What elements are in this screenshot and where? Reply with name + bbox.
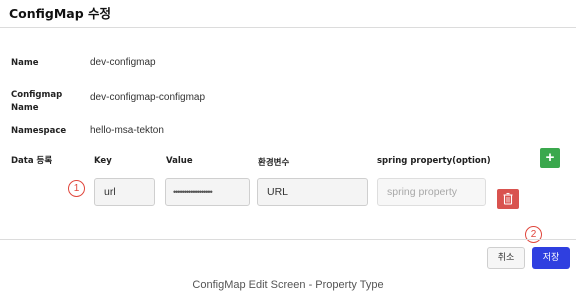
data-label: Data 등록 [11, 156, 53, 166]
cancel-button[interactable]: 취소 [487, 247, 525, 269]
namespace-value: hello-msa-tekton [90, 125, 164, 136]
column-header-env: 환경변수 [258, 158, 290, 168]
name-label: Name [11, 58, 39, 68]
configmap-name-label-line1: Configmap [11, 90, 63, 100]
dialog-title: ConfigMap 수정 [9, 6, 112, 21]
spring-property-input[interactable]: spring property [377, 178, 486, 206]
dialog-header: ConfigMap 수정 [0, 0, 576, 28]
namespace-label: Namespace [11, 126, 67, 136]
figure-caption: ConfigMap Edit Screen - Property Type [192, 279, 384, 291]
add-row-button[interactable]: + [540, 148, 560, 168]
configmap-name-label-line2: Name [11, 103, 39, 113]
plus-icon: + [545, 149, 555, 166]
column-header-key: Key [94, 156, 112, 166]
marker-1: 1 [68, 180, 85, 197]
value-input[interactable]: •••••••••••••••••• [165, 178, 250, 206]
column-header-spring-property: spring property(option) [377, 156, 491, 166]
name-value: dev-configmap [90, 57, 156, 68]
column-header-value: Value [166, 156, 193, 166]
delete-row-button[interactable] [497, 189, 519, 209]
configmap-name-value: dev-configmap-configmap [90, 92, 206, 103]
save-button[interactable]: 저장 [532, 247, 570, 269]
env-input[interactable]: URL [257, 178, 368, 206]
key-input[interactable]: url [94, 178, 155, 206]
marker-2: 2 [525, 226, 542, 243]
trash-icon [503, 192, 513, 205]
footer-divider [0, 239, 576, 240]
